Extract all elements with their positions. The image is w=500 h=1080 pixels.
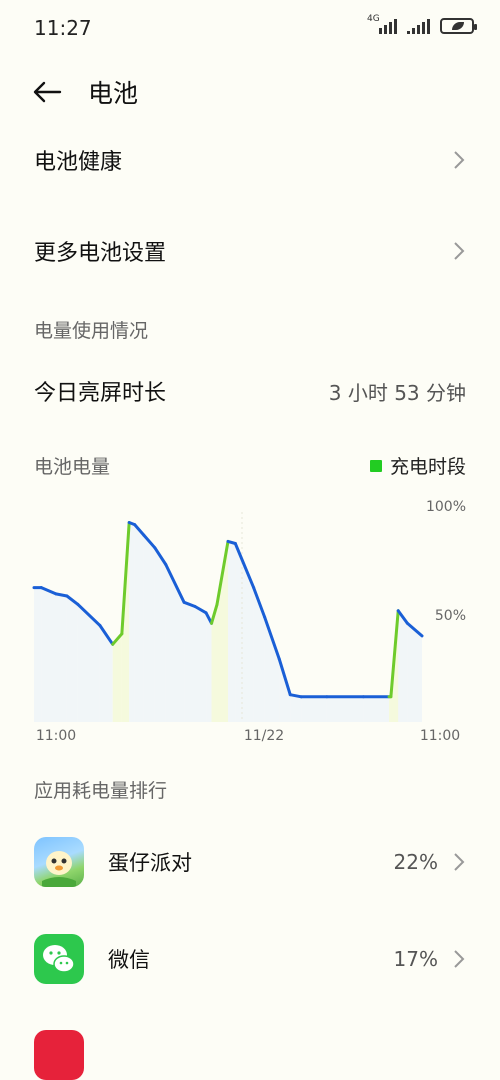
status-bar: 11:27 4G (0, 0, 500, 56)
usage-area (55, 593, 67, 722)
chevron-right-icon (454, 950, 465, 968)
usage-area (228, 541, 236, 722)
app-row-eggy-party[interactable]: 蛋仔派对 22% (34, 834, 466, 890)
wechat-icon (34, 934, 84, 984)
usage-area (363, 696, 390, 722)
page-header: 电池 (0, 70, 500, 114)
ranking-section-title: 应用耗电量排行 (34, 780, 168, 802)
battery-chart-title: 电池电量 (34, 456, 111, 478)
usage-area (154, 547, 166, 722)
usage-area (165, 564, 185, 722)
more-battery-settings-label: 更多电池设置 (34, 241, 167, 266)
charging-area (389, 696, 391, 722)
usage-area (195, 606, 207, 722)
chevron-right-icon (454, 853, 465, 871)
usage-area (398, 610, 408, 722)
screen-on-time-label: 今日亮屏时长 (34, 381, 167, 406)
screen-on-time-row: 今日亮屏时长 3 小时 53 分钟 (34, 366, 466, 416)
usage-area (134, 524, 144, 722)
chevron-right-icon (454, 151, 465, 169)
usage-area (143, 535, 155, 722)
usage-area (41, 587, 56, 722)
x-tick-label: 11:00 (36, 728, 76, 744)
app-percent: 22% (393, 850, 438, 874)
app-name: 蛋仔派对 (108, 851, 192, 875)
usage-area (184, 602, 196, 722)
usage-area (129, 522, 135, 722)
x-tick-label: 11:00 (420, 728, 460, 744)
chevron-right-icon (454, 242, 465, 260)
app-name: 微信 (108, 948, 150, 972)
chart-legend: 充电时段 (369, 452, 466, 479)
back-arrow-icon[interactable] (30, 74, 66, 110)
x-tick-label: 11/22 (244, 728, 284, 744)
usage-area (301, 696, 327, 722)
network-type: 4G (367, 14, 380, 24)
more-battery-settings-row[interactable]: 更多电池设置 (34, 226, 466, 276)
screen-on-time-value: 3 小时 53 分钟 (328, 380, 466, 405)
y-tick-label: 100% (426, 499, 466, 515)
usage-area (34, 587, 42, 722)
status-time: 11:27 (34, 16, 92, 40)
app-icon-partial (34, 1030, 84, 1080)
usage-area (407, 623, 422, 722)
usage-area (206, 612, 212, 722)
usage-area (290, 694, 302, 722)
battery-health-row[interactable]: 电池健康 (34, 135, 466, 185)
eggy-party-icon (34, 837, 84, 887)
app-percent: 17% (393, 947, 438, 971)
y-tick-label: 50% (435, 608, 466, 624)
signal-icon (407, 16, 430, 34)
app-row-wechat[interactable]: 微信 17% (34, 931, 466, 987)
battery-line-segment (54, 592, 69, 598)
usage-section-title: 电量使用情况 (34, 320, 149, 342)
usage-area (326, 696, 364, 722)
charging-area (112, 633, 122, 722)
usage-area (253, 587, 265, 722)
signal-4g-icon: 4G (367, 14, 397, 34)
charging-legend-label: 充电时段 (389, 456, 466, 478)
charging-legend-swatch (369, 459, 382, 472)
usage-area (66, 596, 78, 722)
usage-area (264, 617, 280, 722)
battery-saver-icon (440, 18, 477, 34)
battery-level-chart[interactable]: 100% 50% 11:00 11/22 11:00 (30, 492, 476, 752)
page-title: 电池 (88, 79, 139, 108)
battery-health-label: 电池健康 (34, 150, 123, 175)
usage-area (235, 543, 254, 722)
battery-line-segment (288, 693, 303, 699)
status-icons: 4G (367, 14, 477, 34)
